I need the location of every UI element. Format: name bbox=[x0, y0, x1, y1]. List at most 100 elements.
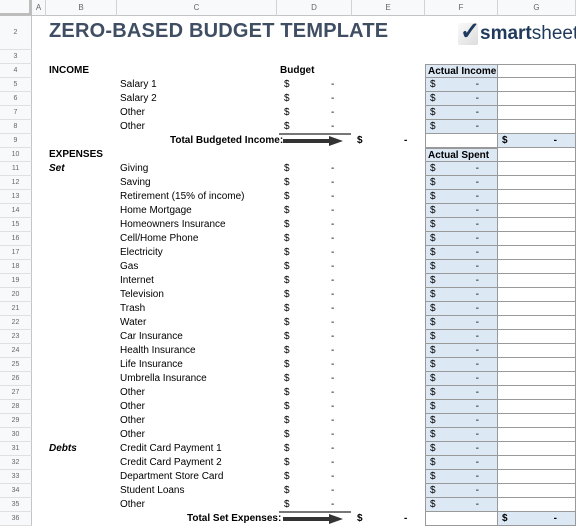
g-cell[interactable] bbox=[498, 302, 576, 316]
g-cell[interactable] bbox=[498, 386, 576, 400]
g-cell[interactable] bbox=[498, 204, 576, 218]
column-header-b[interactable]: B bbox=[46, 0, 117, 16]
actual-spent-cell[interactable]: $ - bbox=[425, 260, 498, 274]
g-cell[interactable] bbox=[498, 218, 576, 232]
column-header-c[interactable]: C bbox=[117, 0, 277, 16]
actual-spent-cell[interactable]: $ - bbox=[425, 176, 498, 190]
g-cell[interactable] bbox=[498, 190, 576, 204]
row-header-5[interactable]: 5 bbox=[0, 78, 32, 92]
g-cell[interactable] bbox=[498, 106, 576, 120]
actual-spent-cell[interactable]: $ - bbox=[425, 302, 498, 316]
f-cell-blank[interactable] bbox=[425, 134, 498, 148]
row-header-23[interactable]: 23 bbox=[0, 330, 32, 344]
column-header-d[interactable]: D bbox=[277, 0, 352, 16]
row-header-18[interactable]: 18 bbox=[0, 260, 32, 274]
actual-spent-cell[interactable]: $ - bbox=[425, 190, 498, 204]
g-cell[interactable] bbox=[498, 288, 576, 302]
g-cell[interactable] bbox=[498, 64, 576, 78]
actual-spent-header[interactable]: Actual Spent bbox=[425, 148, 498, 162]
actual-spent-cell[interactable]: $ - bbox=[425, 358, 498, 372]
actual-income-cell[interactable]: $ - bbox=[425, 78, 498, 92]
g-cell[interactable] bbox=[498, 316, 576, 330]
row-header-35[interactable]: 35 bbox=[0, 498, 32, 512]
g-cell[interactable] bbox=[498, 92, 576, 106]
row-header-36[interactable]: 36 bbox=[0, 512, 32, 526]
g-cell[interactable] bbox=[498, 442, 576, 456]
actual-spent-cell[interactable]: $ - bbox=[425, 288, 498, 302]
row-header-7[interactable]: 7 bbox=[0, 106, 32, 120]
actual-spent-cell[interactable]: $ - bbox=[425, 456, 498, 470]
row-header-25[interactable]: 25 bbox=[0, 358, 32, 372]
column-header-e[interactable]: E bbox=[352, 0, 425, 16]
g-cell[interactable] bbox=[498, 344, 576, 358]
column-header-f[interactable]: F bbox=[425, 0, 498, 16]
g-cell[interactable] bbox=[498, 414, 576, 428]
row-header-32[interactable]: 32 bbox=[0, 456, 32, 470]
g-cell[interactable] bbox=[498, 484, 576, 498]
row-header-24[interactable]: 24 bbox=[0, 344, 32, 358]
actual-spent-cell[interactable]: $ - bbox=[425, 484, 498, 498]
g-cell[interactable] bbox=[498, 330, 576, 344]
g-cell[interactable] bbox=[498, 358, 576, 372]
actual-income-total[interactable]: $ - bbox=[498, 134, 576, 148]
row-header-19[interactable]: 19 bbox=[0, 274, 32, 288]
g-cell[interactable] bbox=[498, 274, 576, 288]
actual-spent-cell[interactable]: $ - bbox=[425, 204, 498, 218]
row-header-10[interactable]: 10 bbox=[0, 148, 32, 162]
row-header-26[interactable]: 26 bbox=[0, 372, 32, 386]
g-cell[interactable] bbox=[498, 428, 576, 442]
row-header-11[interactable]: 11 bbox=[0, 162, 32, 176]
actual-spent-cell[interactable]: $ - bbox=[425, 316, 498, 330]
select-all-corner[interactable] bbox=[0, 0, 32, 16]
row-header-9[interactable]: 9 bbox=[0, 134, 32, 148]
g-cell[interactable] bbox=[498, 176, 576, 190]
g-cell[interactable] bbox=[498, 400, 576, 414]
row-header-8[interactable]: 8 bbox=[0, 120, 32, 134]
actual-spent-cell[interactable]: $ - bbox=[425, 498, 498, 512]
g-cell[interactable] bbox=[498, 232, 576, 246]
actual-income-header[interactable]: Actual Income bbox=[425, 64, 498, 78]
actual-spent-cell[interactable]: $ - bbox=[425, 386, 498, 400]
actual-spent-cell[interactable]: $ - bbox=[425, 414, 498, 428]
g-cell[interactable] bbox=[498, 498, 576, 512]
column-header-g[interactable]: G bbox=[498, 0, 576, 16]
g-cell[interactable] bbox=[498, 120, 576, 134]
row-header-13[interactable]: 13 bbox=[0, 190, 32, 204]
g-cell[interactable] bbox=[498, 148, 576, 162]
g-cell[interactable] bbox=[498, 260, 576, 274]
actual-spent-cell[interactable]: $ - bbox=[425, 274, 498, 288]
row-header-4[interactable]: 4 bbox=[0, 64, 32, 78]
g-cell[interactable] bbox=[498, 78, 576, 92]
actual-spent-cell[interactable]: $ - bbox=[425, 372, 498, 386]
row-header-28[interactable]: 28 bbox=[0, 400, 32, 414]
actual-spent-cell[interactable]: $ - bbox=[425, 232, 498, 246]
g-cell[interactable] bbox=[498, 372, 576, 386]
actual-spent-total[interactable]: $ - bbox=[498, 512, 576, 526]
f-cell-blank[interactable] bbox=[425, 512, 498, 526]
row-header-27[interactable]: 27 bbox=[0, 386, 32, 400]
row-header-20[interactable]: 20 bbox=[0, 288, 32, 302]
g-cell[interactable] bbox=[498, 162, 576, 176]
g-cell[interactable] bbox=[498, 246, 576, 260]
row-header-34[interactable]: 34 bbox=[0, 484, 32, 498]
column-header-a[interactable]: A bbox=[32, 0, 46, 16]
actual-spent-cell[interactable]: $ - bbox=[425, 218, 498, 232]
actual-spent-cell[interactable]: $ - bbox=[425, 442, 498, 456]
row-header-3[interactable]: 3 bbox=[0, 50, 32, 64]
actual-income-cell[interactable]: $ - bbox=[425, 106, 498, 120]
row-header-15[interactable]: 15 bbox=[0, 218, 32, 232]
actual-spent-cell[interactable]: $ - bbox=[425, 330, 498, 344]
actual-income-cell[interactable]: $ - bbox=[425, 92, 498, 106]
actual-spent-cell[interactable]: $ - bbox=[425, 246, 498, 260]
actual-spent-cell[interactable]: $ - bbox=[425, 344, 498, 358]
g-cell[interactable] bbox=[498, 456, 576, 470]
actual-spent-cell[interactable]: $ - bbox=[425, 428, 498, 442]
row-header-30[interactable]: 30 bbox=[0, 428, 32, 442]
row-header-21[interactable]: 21 bbox=[0, 302, 32, 316]
row-header-16[interactable]: 16 bbox=[0, 232, 32, 246]
row-header-22[interactable]: 22 bbox=[0, 316, 32, 330]
row-header-31[interactable]: 31 bbox=[0, 442, 32, 456]
g-cell[interactable] bbox=[498, 470, 576, 484]
row-header-2[interactable]: 2 bbox=[0, 16, 32, 50]
actual-spent-cell[interactable]: $ - bbox=[425, 400, 498, 414]
